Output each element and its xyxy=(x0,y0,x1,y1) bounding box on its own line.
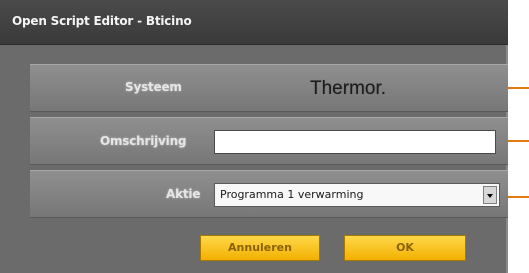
system-value: Thermor. xyxy=(310,78,387,99)
action-label: Aktie xyxy=(166,187,201,201)
script-editor-dialog: Open Script Editor - Bticino Systeem The… xyxy=(0,0,508,273)
window-title: Open Script Editor - Bticino xyxy=(12,14,192,28)
ok-button[interactable]: OK xyxy=(344,235,466,261)
system-label: Systeem xyxy=(125,80,182,94)
description-row: Omschrijving xyxy=(30,117,508,165)
action-row: Aktie Programma 1 verwarming xyxy=(30,170,508,218)
action-select[interactable]: Programma 1 verwarming xyxy=(214,183,500,207)
connector-line xyxy=(508,87,529,89)
description-input[interactable] xyxy=(214,130,496,154)
description-label: Omschrijving xyxy=(100,134,187,148)
title-bar: Open Script Editor - Bticino xyxy=(0,0,508,45)
connector-line xyxy=(508,140,529,142)
action-select-value: Programma 1 verwarming xyxy=(220,188,364,201)
chevron-down-icon[interactable] xyxy=(483,186,497,204)
cancel-button[interactable]: Annuleren xyxy=(200,235,320,261)
system-row: Systeem Thermor. xyxy=(30,64,508,112)
connector-line xyxy=(508,196,529,198)
